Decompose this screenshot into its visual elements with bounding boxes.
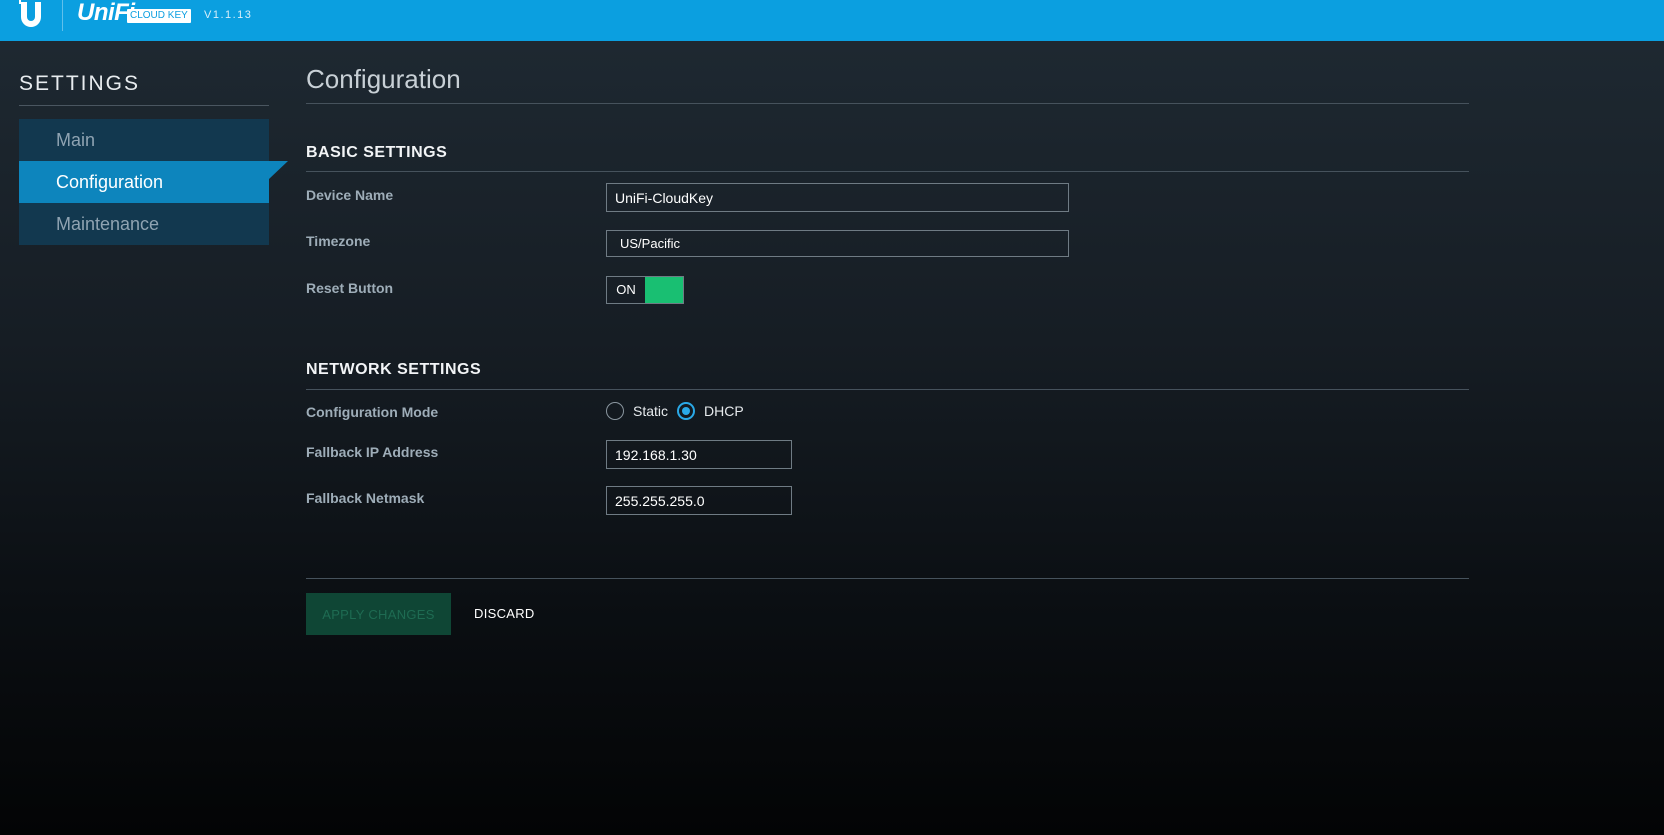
sidebar-item-label: Configuration <box>56 172 164 192</box>
top-bar: UniFi CLOUD KEY V1.1.13 <box>0 0 1664 41</box>
ubiquiti-logo-icon[interactable] <box>18 0 44 28</box>
discard-button[interactable]: DISCARD <box>474 606 535 621</box>
toggle-on-indicator <box>645 277 683 303</box>
toggle-state-label: ON <box>616 282 636 297</box>
version-label: V1.1.13 <box>204 9 253 21</box>
sidebar-item-configuration[interactable]: Configuration <box>19 161 288 203</box>
sidebar-item-label: Maintenance <box>56 214 160 234</box>
timezone-select[interactable] <box>606 230 1069 257</box>
network-settings-heading: NETWORK SETTINGS <box>306 361 482 378</box>
title-divider <box>306 103 1469 104</box>
logo-divider <box>62 0 63 31</box>
brand-badge: CLOUD KEY <box>127 9 191 23</box>
sidebar-title: SETTINGS <box>19 72 141 95</box>
sidebar-nav: Main Configuration Maintenance <box>19 119 288 245</box>
fallback-ip-input[interactable] <box>606 440 792 469</box>
fallback-ip-label: Fallback IP Address <box>306 444 439 460</box>
device-name-input[interactable] <box>606 183 1069 212</box>
fallback-netmask-label: Fallback Netmask <box>306 490 425 506</box>
dhcp-radio-label[interactable]: DHCP <box>704 403 744 419</box>
actions-divider <box>306 578 1469 579</box>
sidebar-item-maintenance[interactable]: Maintenance <box>19 203 269 245</box>
reset-button-toggle[interactable]: ON <box>606 276 684 304</box>
page-title: Configuration <box>306 64 461 94</box>
basic-settings-heading: BASIC SETTINGS <box>306 144 448 161</box>
sidebar-item-label: Main <box>56 130 96 150</box>
static-radio[interactable] <box>606 402 624 420</box>
device-name-label: Device Name <box>306 187 394 203</box>
brand-logo: UniFi <box>77 0 135 28</box>
static-radio-label[interactable]: Static <box>633 403 668 419</box>
reset-button-label: Reset Button <box>306 280 394 296</box>
apply-changes-button[interactable]: APPLY CHANGES <box>306 593 451 635</box>
network-settings-divider <box>306 389 1469 390</box>
brand-name: UniFi <box>77 0 135 26</box>
configuration-mode-label: Configuration Mode <box>306 404 439 420</box>
basic-settings-divider <box>306 171 1469 172</box>
timezone-label: Timezone <box>306 233 371 249</box>
sidebar-item-main[interactable]: Main <box>19 119 269 161</box>
dhcp-radio[interactable] <box>677 402 695 420</box>
sidebar-divider <box>19 105 269 106</box>
active-pointer <box>269 161 288 179</box>
fallback-netmask-input[interactable] <box>606 486 792 515</box>
